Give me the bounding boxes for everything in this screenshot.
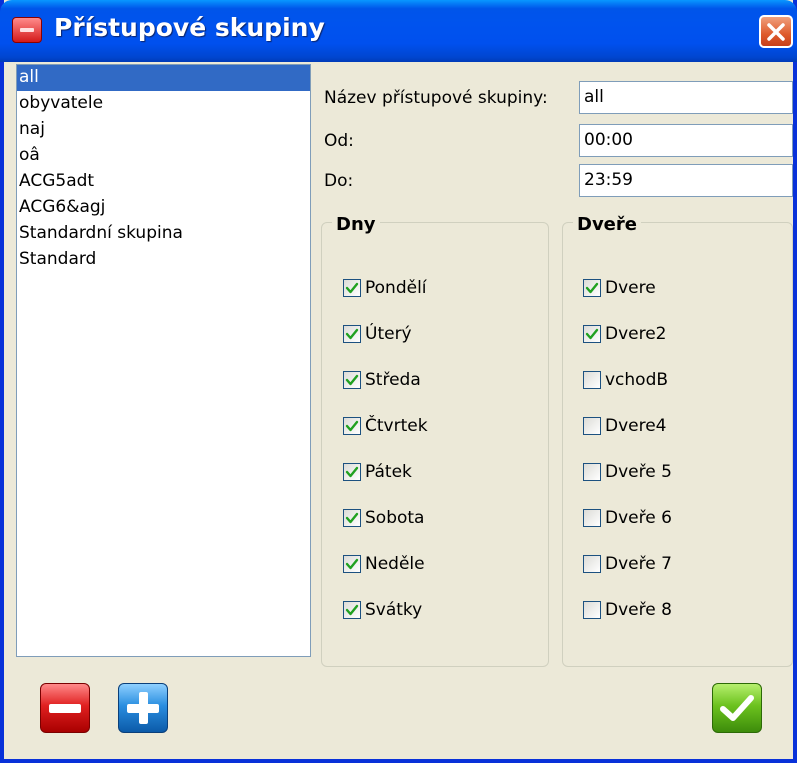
doors-checkbox-label: vchodB <box>605 370 669 390</box>
doors-checkbox-label: Dvere4 <box>605 416 667 436</box>
doors-checkbox-label: Dvere2 <box>605 324 667 344</box>
days-checkbox-label: Pondělí <box>365 278 427 298</box>
checkmark-icon <box>345 604 359 616</box>
doors-checkbox[interactable] <box>583 371 601 389</box>
time-from-label: Od: <box>324 131 354 151</box>
days-checkbox-label: Neděle <box>365 554 425 574</box>
app-icon <box>12 17 42 43</box>
days-title: Dny <box>332 214 380 236</box>
days-checkbox[interactable] <box>343 325 361 343</box>
days-checkbox[interactable] <box>343 555 361 573</box>
days-checkbox-label: Pátek <box>365 462 412 482</box>
doors-checkbox[interactable] <box>583 555 601 573</box>
list-item[interactable]: obyvatele <box>17 91 310 117</box>
list-item[interactable]: Standardní skupina <box>17 221 310 247</box>
doors-checkbox[interactable] <box>583 417 601 435</box>
checkmark-icon <box>585 328 599 340</box>
days-checkbox[interactable] <box>343 509 361 527</box>
days-checkbox[interactable] <box>343 279 361 297</box>
time-from-field[interactable]: 00:00 <box>579 124 793 157</box>
doors-checkbox-label: Dveře 5 <box>605 462 672 482</box>
doors-checkbox[interactable] <box>583 509 601 527</box>
close-icon <box>767 23 785 41</box>
group-name-field[interactable]: all <box>579 81 793 114</box>
list-item[interactable]: ACG6&agj <box>17 195 310 221</box>
doors-checkbox[interactable] <box>583 463 601 481</box>
access-group-list[interactable]: all obyvatele naj oâ ACG5adt ACG6&agj St… <box>16 64 311 657</box>
days-checkbox-label: Středa <box>365 370 421 390</box>
time-to-label: Do: <box>324 171 354 191</box>
doors-title: Dveře <box>573 214 641 236</box>
checkmark-icon <box>345 374 359 386</box>
list-item[interactable]: Standard <box>17 247 310 273</box>
close-button[interactable] <box>759 15 793 48</box>
list-item[interactable]: ACG5adt <box>17 169 310 195</box>
doors-checkbox-label: Dveře 7 <box>605 554 672 574</box>
doors-checkbox-label: Dveře 8 <box>605 600 672 620</box>
check-icon <box>720 695 754 721</box>
doors-checkbox-label: Dveře 6 <box>605 508 672 528</box>
time-to-field[interactable]: 23:59 <box>579 164 793 197</box>
list-item[interactable]: naj <box>17 117 310 143</box>
days-checkbox-label: Sobota <box>365 508 425 528</box>
checkmark-icon <box>345 558 359 570</box>
group-name-label: Název přístupové skupiny: <box>324 88 548 108</box>
confirm-button[interactable] <box>712 683 762 733</box>
checkmark-icon <box>345 466 359 478</box>
checkmark-icon <box>345 282 359 294</box>
days-checkbox[interactable] <box>343 463 361 481</box>
days-checkbox[interactable] <box>343 371 361 389</box>
checkmark-icon <box>345 512 359 524</box>
window-title: Přístupové skupiny <box>54 13 325 42</box>
list-item[interactable]: oâ <box>17 143 310 169</box>
days-checkbox[interactable] <box>343 601 361 619</box>
delete-group-button[interactable] <box>40 683 90 733</box>
add-group-button[interactable] <box>118 683 168 733</box>
days-checkbox[interactable] <box>343 417 361 435</box>
title-bar[interactable]: Přístupové skupiny <box>0 0 797 62</box>
days-checkbox-label: Úterý <box>365 324 412 344</box>
doors-checkbox[interactable] <box>583 279 601 297</box>
checkmark-icon <box>585 282 599 294</box>
doors-checkbox[interactable] <box>583 601 601 619</box>
doors-checkbox[interactable] <box>583 325 601 343</box>
days-checkbox-label: Čtvrtek <box>365 416 428 436</box>
doors-checkbox-label: Dvere <box>605 278 656 298</box>
checkmark-icon <box>345 328 359 340</box>
days-checkbox-label: Svátky <box>365 600 423 620</box>
list-item[interactable]: all <box>17 65 310 91</box>
checkmark-icon <box>345 420 359 432</box>
